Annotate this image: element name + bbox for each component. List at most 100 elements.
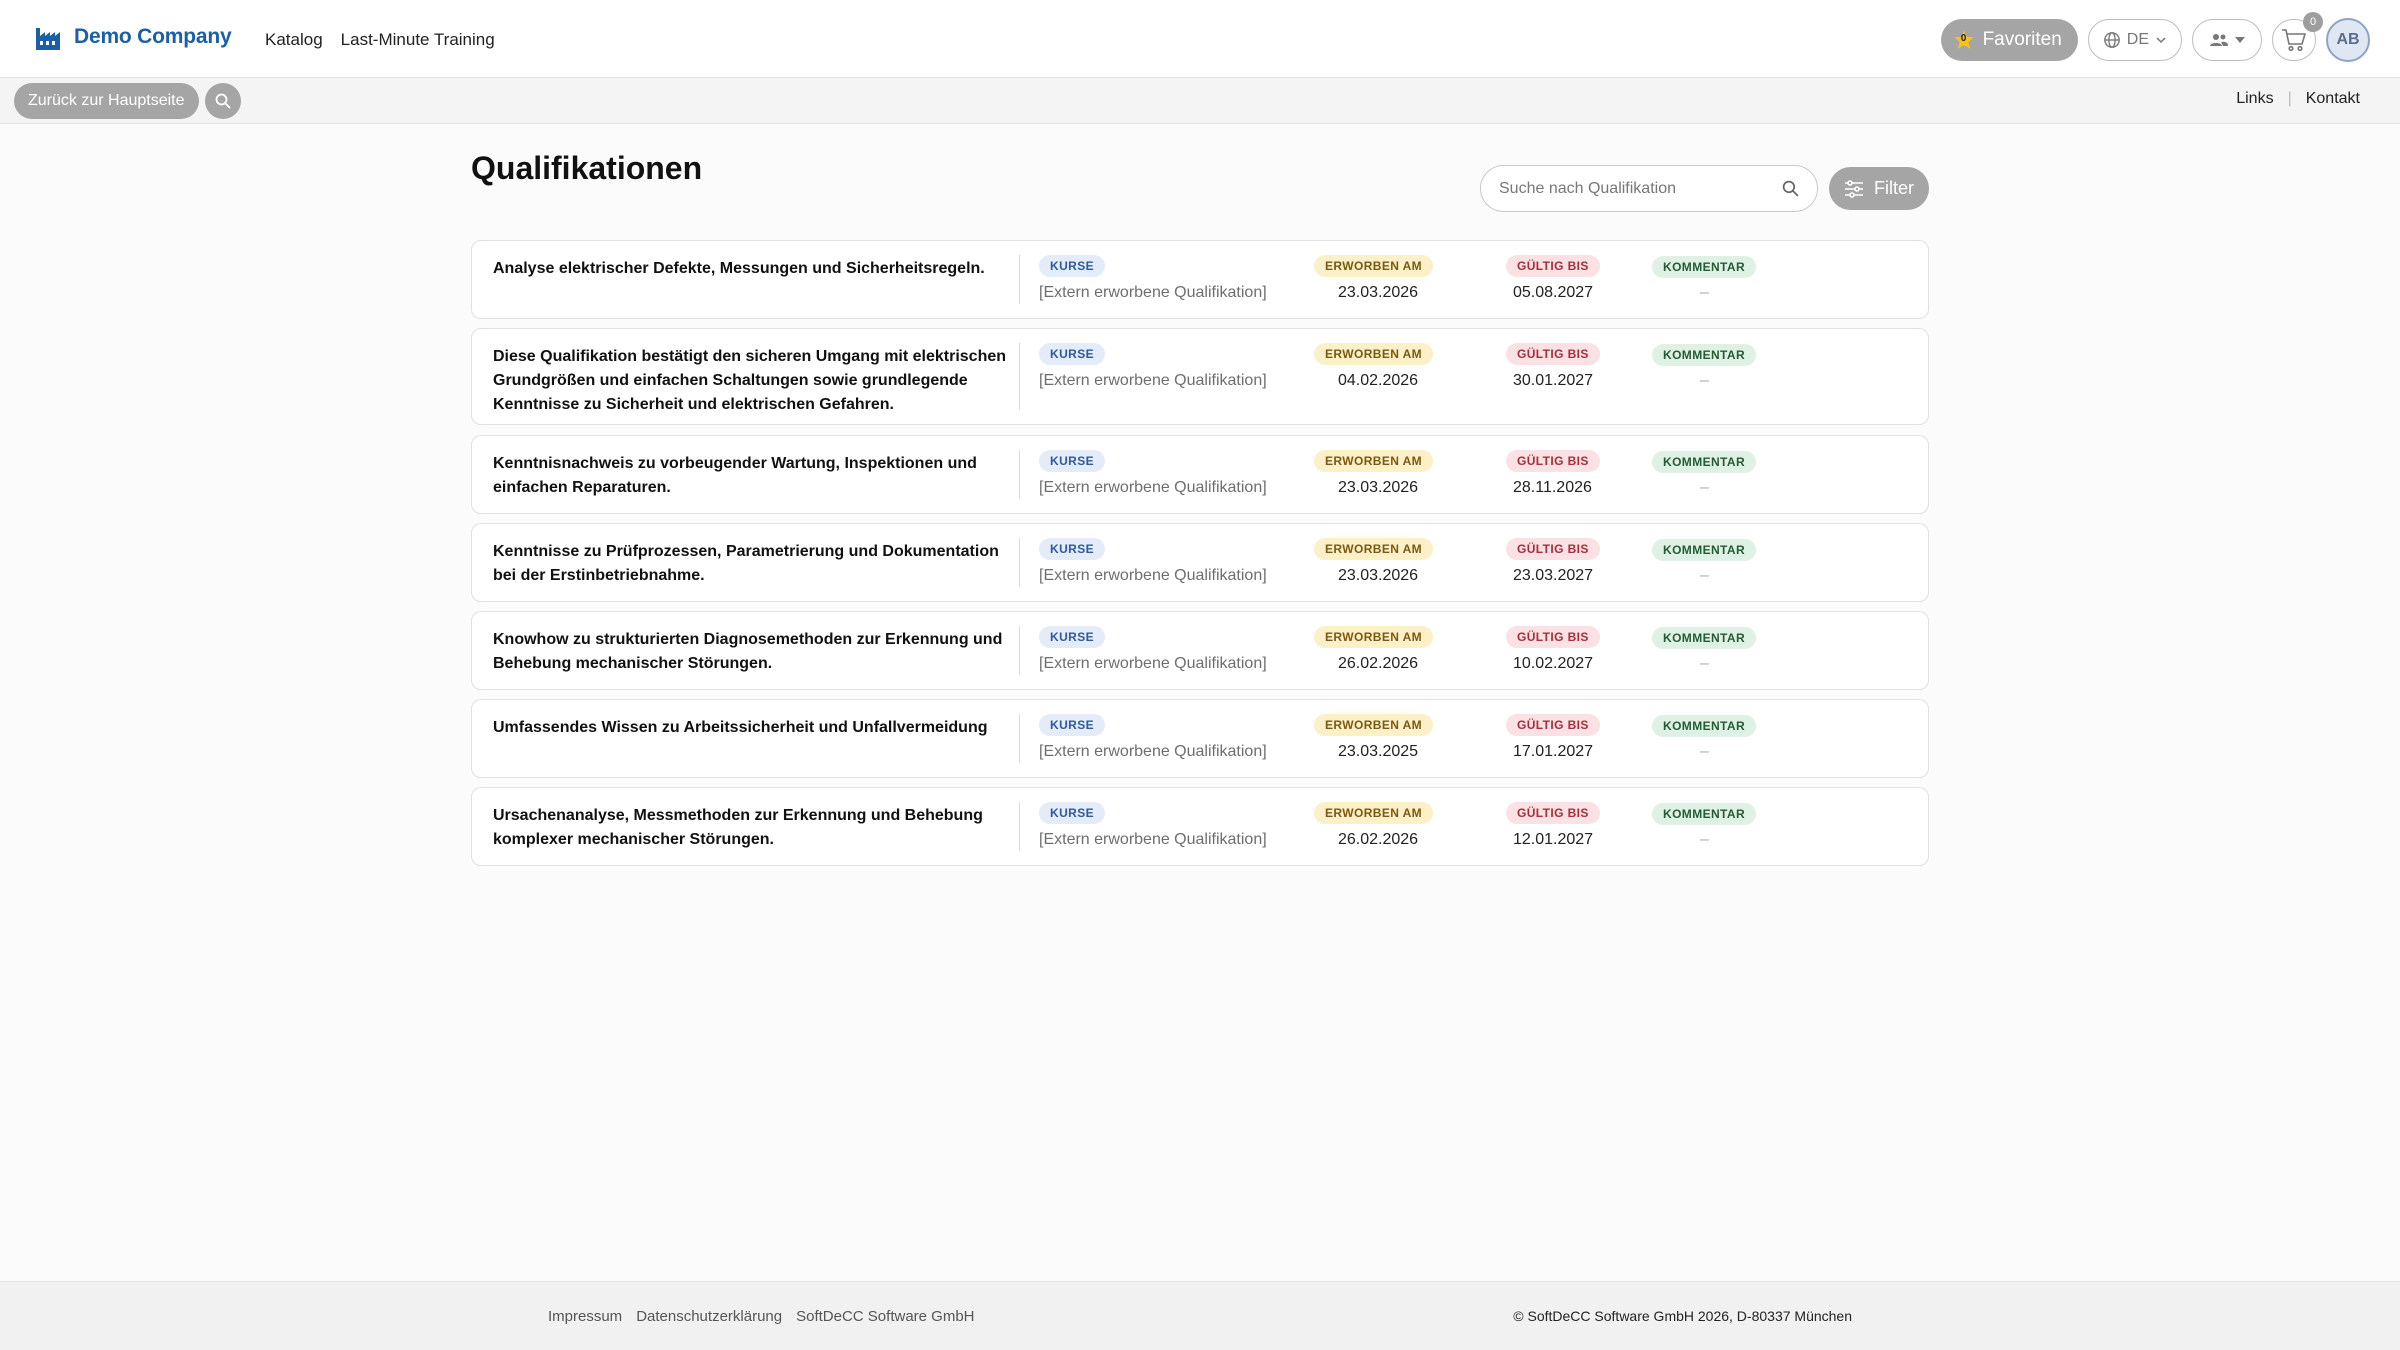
kurse-tag: KURSE: [1039, 802, 1106, 824]
nav-last-minute-training[interactable]: Last-Minute Training: [341, 30, 495, 50]
gueltig-tag: GÜLTIG BIS: [1506, 343, 1600, 365]
kommentar-tag: KOMMENTAR: [1652, 451, 1757, 473]
qualification-card[interactable]: Analyse elektrischer Defekte, Messungen …: [471, 240, 1929, 319]
qualification-card[interactable]: Knowhow zu strukturierten Diagnosemethod…: [471, 611, 1929, 690]
erworben-date: 26.02.2026: [1338, 831, 1419, 848]
gueltig-date: 28.11.2026: [1513, 479, 1592, 496]
qualification-search[interactable]: [1480, 165, 1818, 212]
qualification-card[interactable]: Kenntnisse zu Prüfprozessen, Parametrier…: [471, 523, 1929, 602]
kurse-value: [Extern erworbene Qualifikation]: [1039, 567, 1267, 584]
page-title: Qualifikationen: [471, 150, 703, 186]
search-icon[interactable]: [1782, 180, 1799, 197]
contact-link[interactable]: Kontakt: [2306, 90, 2360, 108]
favorites-button[interactable]: 0 Favoriten: [1940, 19, 2078, 61]
language-code: DE: [2126, 31, 2149, 48]
main-nav: Katalog Last-Minute Training: [265, 30, 495, 50]
gueltig-date: 05.08.2027: [1513, 284, 1594, 301]
erworben-tag: ERWORBEN AM: [1314, 714, 1434, 736]
erworben-date: 23.03.2026: [1338, 284, 1419, 301]
kurse-value: [Extern erworbene Qualifikation]: [1039, 479, 1267, 496]
kommentar-value: –: [1700, 743, 1709, 760]
qualification-title: Analyse elektrischer Defekte, Messungen …: [493, 260, 985, 277]
chevron-down-icon: [2156, 37, 2166, 44]
kurse-tag: KURSE: [1039, 538, 1106, 560]
erworben-date: 23.03.2025: [1338, 743, 1419, 760]
kurse-value: [Extern erworbene Qualifikation]: [1039, 743, 1267, 760]
filter-button[interactable]: Filter: [1829, 167, 1929, 210]
card-divider: [1019, 538, 1020, 587]
globe-icon: [2103, 32, 2120, 48]
factory-logo-icon: [36, 28, 60, 50]
qualification-card[interactable]: Umfassendes Wissen zu Arbeitssicherheit …: [471, 699, 1929, 778]
erworben-tag: ERWORBEN AM: [1314, 450, 1434, 472]
favorites-count: 0: [1960, 33, 1967, 44]
kommentar-tag: KOMMENTAR: [1652, 344, 1757, 366]
gueltig-tag: GÜLTIG BIS: [1506, 626, 1600, 648]
kurse-value: [Extern erworbene Qualifikation]: [1039, 372, 1267, 389]
impressum-link[interactable]: Impressum: [548, 1308, 622, 1325]
qualification-title: Kenntnisse zu Prüfprozessen, Parametrier…: [493, 543, 999, 584]
qualification-card[interactable]: Ursachenanalyse, Messmethoden zur Erkenn…: [471, 787, 1929, 866]
kommentar-tag: KOMMENTAR: [1652, 539, 1757, 561]
sliders-icon: [1845, 179, 1863, 198]
top-header: Demo Company Katalog Last-Minute Trainin…: [0, 0, 2400, 78]
gueltig-tag: GÜLTIG BIS: [1506, 802, 1600, 824]
gueltig-tag: GÜLTIG BIS: [1506, 714, 1600, 736]
brand-logo[interactable]: Demo Company: [34, 22, 232, 52]
privacy-link[interactable]: Datenschutzerklärung: [636, 1308, 782, 1325]
qualification-card[interactable]: Kenntnisnachweis zu vorbeugender Wartung…: [471, 435, 1929, 514]
qualification-title: Diese Qualifikation bestätigt den sicher…: [493, 348, 1007, 413]
star-icon: 0: [1953, 29, 1975, 51]
kurse-tag: KURSE: [1039, 450, 1106, 472]
erworben-tag: ERWORBEN AM: [1314, 626, 1434, 648]
search-icon: [215, 93, 231, 109]
erworben-tag: ERWORBEN AM: [1314, 538, 1434, 560]
qualification-search-input[interactable]: [1499, 179, 1782, 198]
user-switch-menu[interactable]: [2192, 19, 2262, 61]
gueltig-tag: GÜLTIG BIS: [1506, 450, 1600, 472]
cart-button[interactable]: 0: [2272, 12, 2323, 61]
kommentar-tag: KOMMENTAR: [1652, 627, 1757, 649]
card-divider: [1019, 450, 1020, 499]
erworben-tag: ERWORBEN AM: [1314, 343, 1434, 365]
caret-down-icon: [2235, 37, 2245, 43]
users-icon: [2210, 34, 2228, 46]
card-divider: [1019, 714, 1020, 763]
card-divider: [1019, 343, 1020, 410]
language-selector[interactable]: DE: [2087, 19, 2182, 61]
gueltig-tag: GÜLTIG BIS: [1506, 255, 1600, 277]
copyright-text: © SoftDeCC Software GmbH 2026, D-80337 M…: [1513, 1308, 1852, 1324]
user-avatar[interactable]: AB: [2326, 18, 2370, 62]
links-link[interactable]: Links: [2236, 90, 2273, 108]
erworben-date: 04.02.2026: [1338, 372, 1419, 389]
kurse-value: [Extern erworbene Qualifikation]: [1039, 655, 1267, 672]
qualification-title: Umfassendes Wissen zu Arbeitssicherheit …: [493, 719, 988, 736]
global-search-button[interactable]: [205, 83, 241, 119]
kommentar-value: –: [1700, 372, 1709, 389]
page-footer: Impressum Datenschutzerklärung SoftDeCC …: [0, 1281, 2400, 1350]
erworben-date: 23.03.2026: [1338, 567, 1419, 584]
kommentar-tag: KOMMENTAR: [1652, 256, 1757, 278]
erworben-date: 23.03.2026: [1338, 479, 1419, 496]
sub-navigation-bar: Zurück zur Hauptseite Links | Kontakt: [0, 78, 2400, 124]
cart-icon: [2282, 29, 2307, 52]
footer-links: Impressum Datenschutzerklärung SoftDeCC …: [548, 1308, 975, 1325]
utility-links: Links | Kontakt: [2236, 90, 2360, 108]
card-divider: [1019, 626, 1020, 675]
qualification-card[interactable]: Diese Qualifikation bestätigt den sicher…: [471, 328, 1929, 425]
kommentar-value: –: [1700, 479, 1709, 496]
filter-label: Filter: [1874, 178, 1914, 198]
kurse-tag: KURSE: [1039, 255, 1106, 277]
kommentar-value: –: [1700, 831, 1709, 848]
nav-katalog[interactable]: Katalog: [265, 30, 323, 50]
kurse-value: [Extern erworbene Qualifikation]: [1039, 831, 1267, 848]
kurse-value: [Extern erworbene Qualifikation]: [1039, 284, 1267, 301]
card-divider: [1019, 802, 1020, 851]
cart-count-badge: 0: [2303, 12, 2323, 32]
gueltig-date: 23.03.2027: [1513, 567, 1594, 584]
back-to-home-button[interactable]: Zurück zur Hauptseite: [14, 83, 199, 119]
company-link[interactable]: SoftDeCC Software GmbH: [796, 1308, 974, 1325]
card-divider: [1019, 255, 1020, 304]
kurse-tag: KURSE: [1039, 343, 1106, 365]
kommentar-value: –: [1700, 567, 1709, 584]
